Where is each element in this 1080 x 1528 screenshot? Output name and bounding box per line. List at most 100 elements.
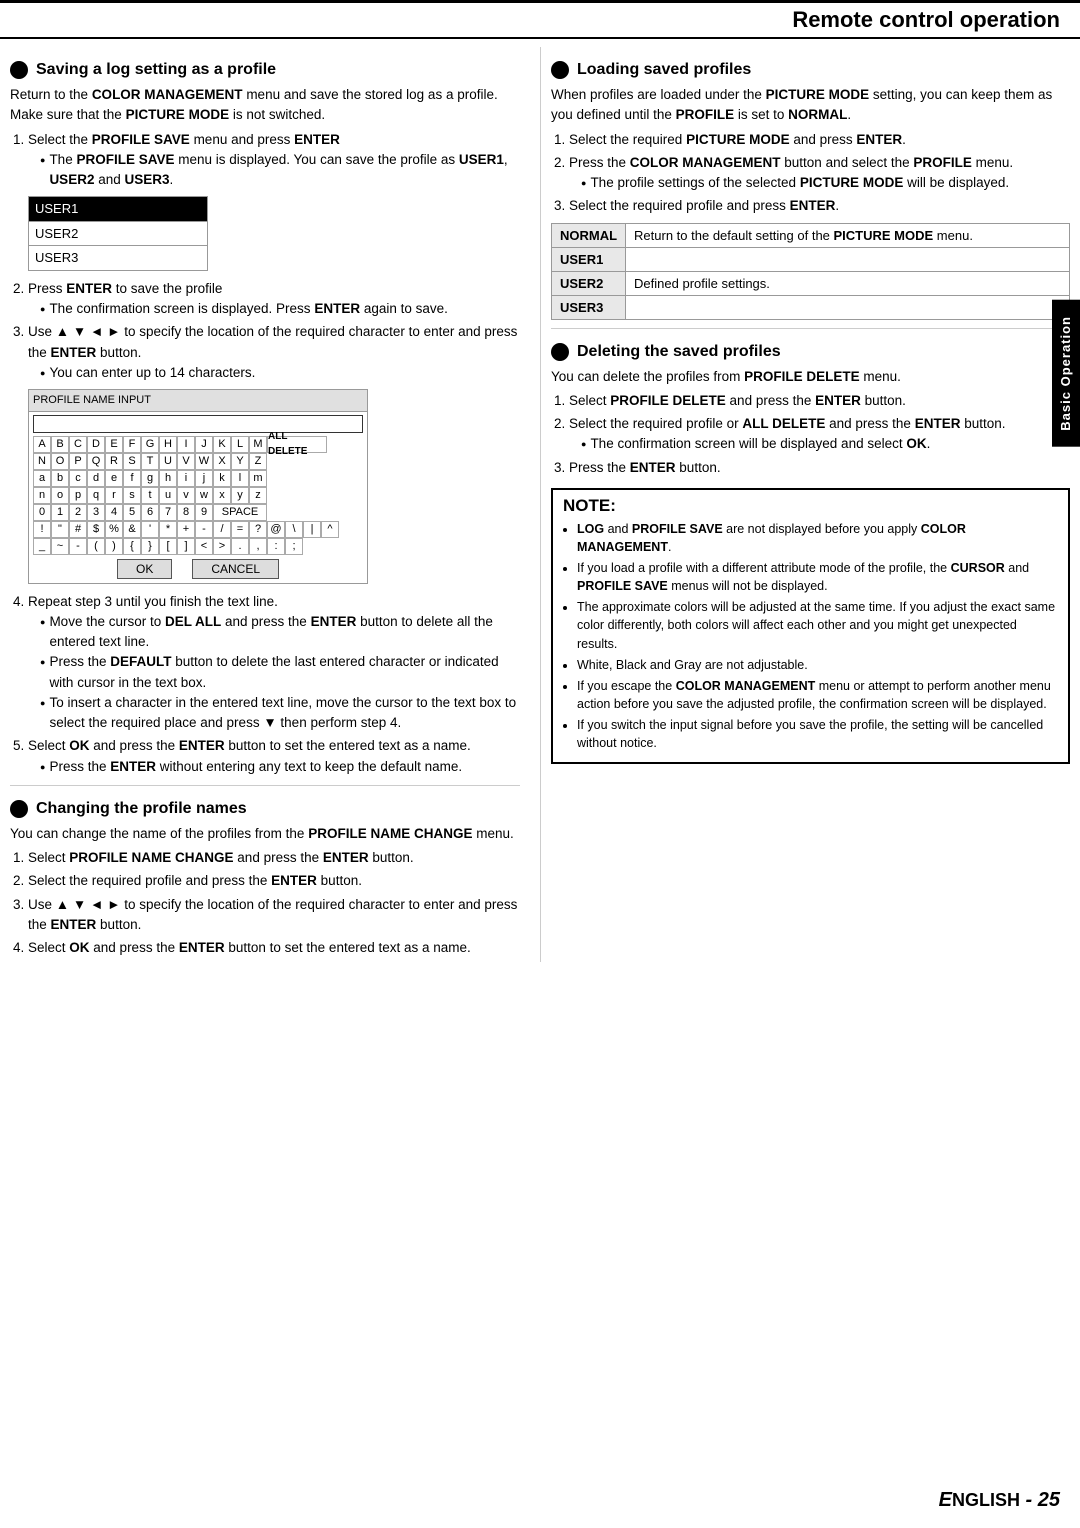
char-h[interactable]: h bbox=[159, 470, 177, 487]
char-H[interactable]: H bbox=[159, 436, 177, 453]
char-C[interactable]: C bbox=[69, 436, 87, 453]
char-5[interactable]: 5 bbox=[123, 504, 141, 521]
char-T[interactable]: T bbox=[141, 453, 159, 470]
char-j[interactable]: j bbox=[195, 470, 213, 487]
char-G[interactable]: G bbox=[141, 436, 159, 453]
char-W[interactable]: W bbox=[195, 453, 213, 470]
char-lbrace[interactable]: { bbox=[123, 538, 141, 555]
profile-row-user3[interactable]: USER3 bbox=[29, 246, 207, 270]
char-minus[interactable]: - bbox=[195, 521, 213, 538]
char-rbracket[interactable]: ] bbox=[177, 538, 195, 555]
char-lparen[interactable]: ( bbox=[87, 538, 105, 555]
char-amp[interactable]: & bbox=[123, 521, 141, 538]
char-hash[interactable]: # bbox=[69, 521, 87, 538]
char-rparen[interactable]: ) bbox=[105, 538, 123, 555]
char-backslash[interactable]: \ bbox=[285, 521, 303, 538]
char-8[interactable]: 8 bbox=[177, 504, 195, 521]
char-comma[interactable]: , bbox=[249, 538, 267, 555]
char-at[interactable]: @ bbox=[267, 521, 285, 538]
char-6[interactable]: 6 bbox=[141, 504, 159, 521]
char-pipe[interactable]: | bbox=[303, 521, 321, 538]
char-z[interactable]: z bbox=[249, 487, 267, 504]
char-9[interactable]: 9 bbox=[195, 504, 213, 521]
char-t[interactable]: t bbox=[141, 487, 159, 504]
profile-row-user2[interactable]: USER2 bbox=[29, 222, 207, 247]
char-equals[interactable]: = bbox=[231, 521, 249, 538]
char-lbracket[interactable]: [ bbox=[159, 538, 177, 555]
char-x[interactable]: x bbox=[213, 487, 231, 504]
char-N[interactable]: N bbox=[33, 453, 51, 470]
char-q[interactable]: q bbox=[87, 487, 105, 504]
char-1[interactable]: 1 bbox=[51, 504, 69, 521]
char-slash[interactable]: / bbox=[213, 521, 231, 538]
char-3[interactable]: 3 bbox=[87, 504, 105, 521]
char-tilde[interactable]: ~ bbox=[51, 538, 69, 555]
char-O[interactable]: O bbox=[51, 453, 69, 470]
char-semi[interactable]: ; bbox=[285, 538, 303, 555]
char-U[interactable]: U bbox=[159, 453, 177, 470]
char-0[interactable]: 0 bbox=[33, 504, 51, 521]
char-Y[interactable]: Y bbox=[231, 453, 249, 470]
char-V[interactable]: V bbox=[177, 453, 195, 470]
char-X[interactable]: X bbox=[213, 453, 231, 470]
char-I[interactable]: I bbox=[177, 436, 195, 453]
char-2[interactable]: 2 bbox=[69, 504, 87, 521]
char-F[interactable]: F bbox=[123, 436, 141, 453]
char-f[interactable]: f bbox=[123, 470, 141, 487]
char-E[interactable]: E bbox=[105, 436, 123, 453]
char-y[interactable]: y bbox=[231, 487, 249, 504]
char-g[interactable]: g bbox=[141, 470, 159, 487]
char-R[interactable]: R bbox=[105, 453, 123, 470]
cancel-button[interactable]: CANCEL bbox=[192, 559, 279, 579]
char-dash2[interactable]: - bbox=[69, 538, 87, 555]
char-w[interactable]: w bbox=[195, 487, 213, 504]
char-D[interactable]: D bbox=[87, 436, 105, 453]
char-K[interactable]: K bbox=[213, 436, 231, 453]
char-M[interactable]: M bbox=[249, 436, 267, 453]
char-r[interactable]: r bbox=[105, 487, 123, 504]
char-d[interactable]: d bbox=[87, 470, 105, 487]
char-u[interactable]: u bbox=[159, 487, 177, 504]
char-colon[interactable]: : bbox=[267, 538, 285, 555]
char-k[interactable]: k bbox=[213, 470, 231, 487]
char-s[interactable]: s bbox=[123, 487, 141, 504]
char-percent[interactable]: % bbox=[105, 521, 123, 538]
char-caret[interactable]: ^ bbox=[321, 521, 339, 538]
char-n[interactable]: n bbox=[33, 487, 51, 504]
profile-row-user1[interactable]: USER1 bbox=[29, 197, 207, 222]
char-quest[interactable]: ? bbox=[249, 521, 267, 538]
char-lt[interactable]: < bbox=[195, 538, 213, 555]
char-e[interactable]: e bbox=[105, 470, 123, 487]
char-m[interactable]: m bbox=[249, 470, 267, 487]
char-excl[interactable]: ! bbox=[33, 521, 51, 538]
char-c[interactable]: c bbox=[69, 470, 87, 487]
char-rbrace[interactable]: } bbox=[141, 538, 159, 555]
char-dollar[interactable]: $ bbox=[87, 521, 105, 538]
ok-button[interactable]: OK bbox=[117, 559, 172, 579]
char-A[interactable]: A bbox=[33, 436, 51, 453]
char-gt[interactable]: > bbox=[213, 538, 231, 555]
char-P[interactable]: P bbox=[69, 453, 87, 470]
char-S[interactable]: S bbox=[123, 453, 141, 470]
char-o[interactable]: o bbox=[51, 487, 69, 504]
char-i[interactable]: i bbox=[177, 470, 195, 487]
char-star[interactable]: * bbox=[159, 521, 177, 538]
char-L[interactable]: L bbox=[231, 436, 249, 453]
all-delete-button[interactable]: ALL DELETE bbox=[267, 436, 327, 453]
char-plus[interactable]: + bbox=[177, 521, 195, 538]
char-space[interactable]: SPACE bbox=[213, 504, 267, 521]
char-v[interactable]: v bbox=[177, 487, 195, 504]
char-b[interactable]: b bbox=[51, 470, 69, 487]
char-7[interactable]: 7 bbox=[159, 504, 177, 521]
char-under[interactable]: _ bbox=[33, 538, 51, 555]
char-apos[interactable]: ' bbox=[141, 521, 159, 538]
char-a[interactable]: a bbox=[33, 470, 51, 487]
char-Q[interactable]: Q bbox=[87, 453, 105, 470]
char-p[interactable]: p bbox=[69, 487, 87, 504]
char-period[interactable]: . bbox=[231, 538, 249, 555]
char-quot[interactable]: " bbox=[51, 521, 69, 538]
char-B[interactable]: B bbox=[51, 436, 69, 453]
char-Z[interactable]: Z bbox=[249, 453, 267, 470]
char-l[interactable]: l bbox=[231, 470, 249, 487]
char-4[interactable]: 4 bbox=[105, 504, 123, 521]
